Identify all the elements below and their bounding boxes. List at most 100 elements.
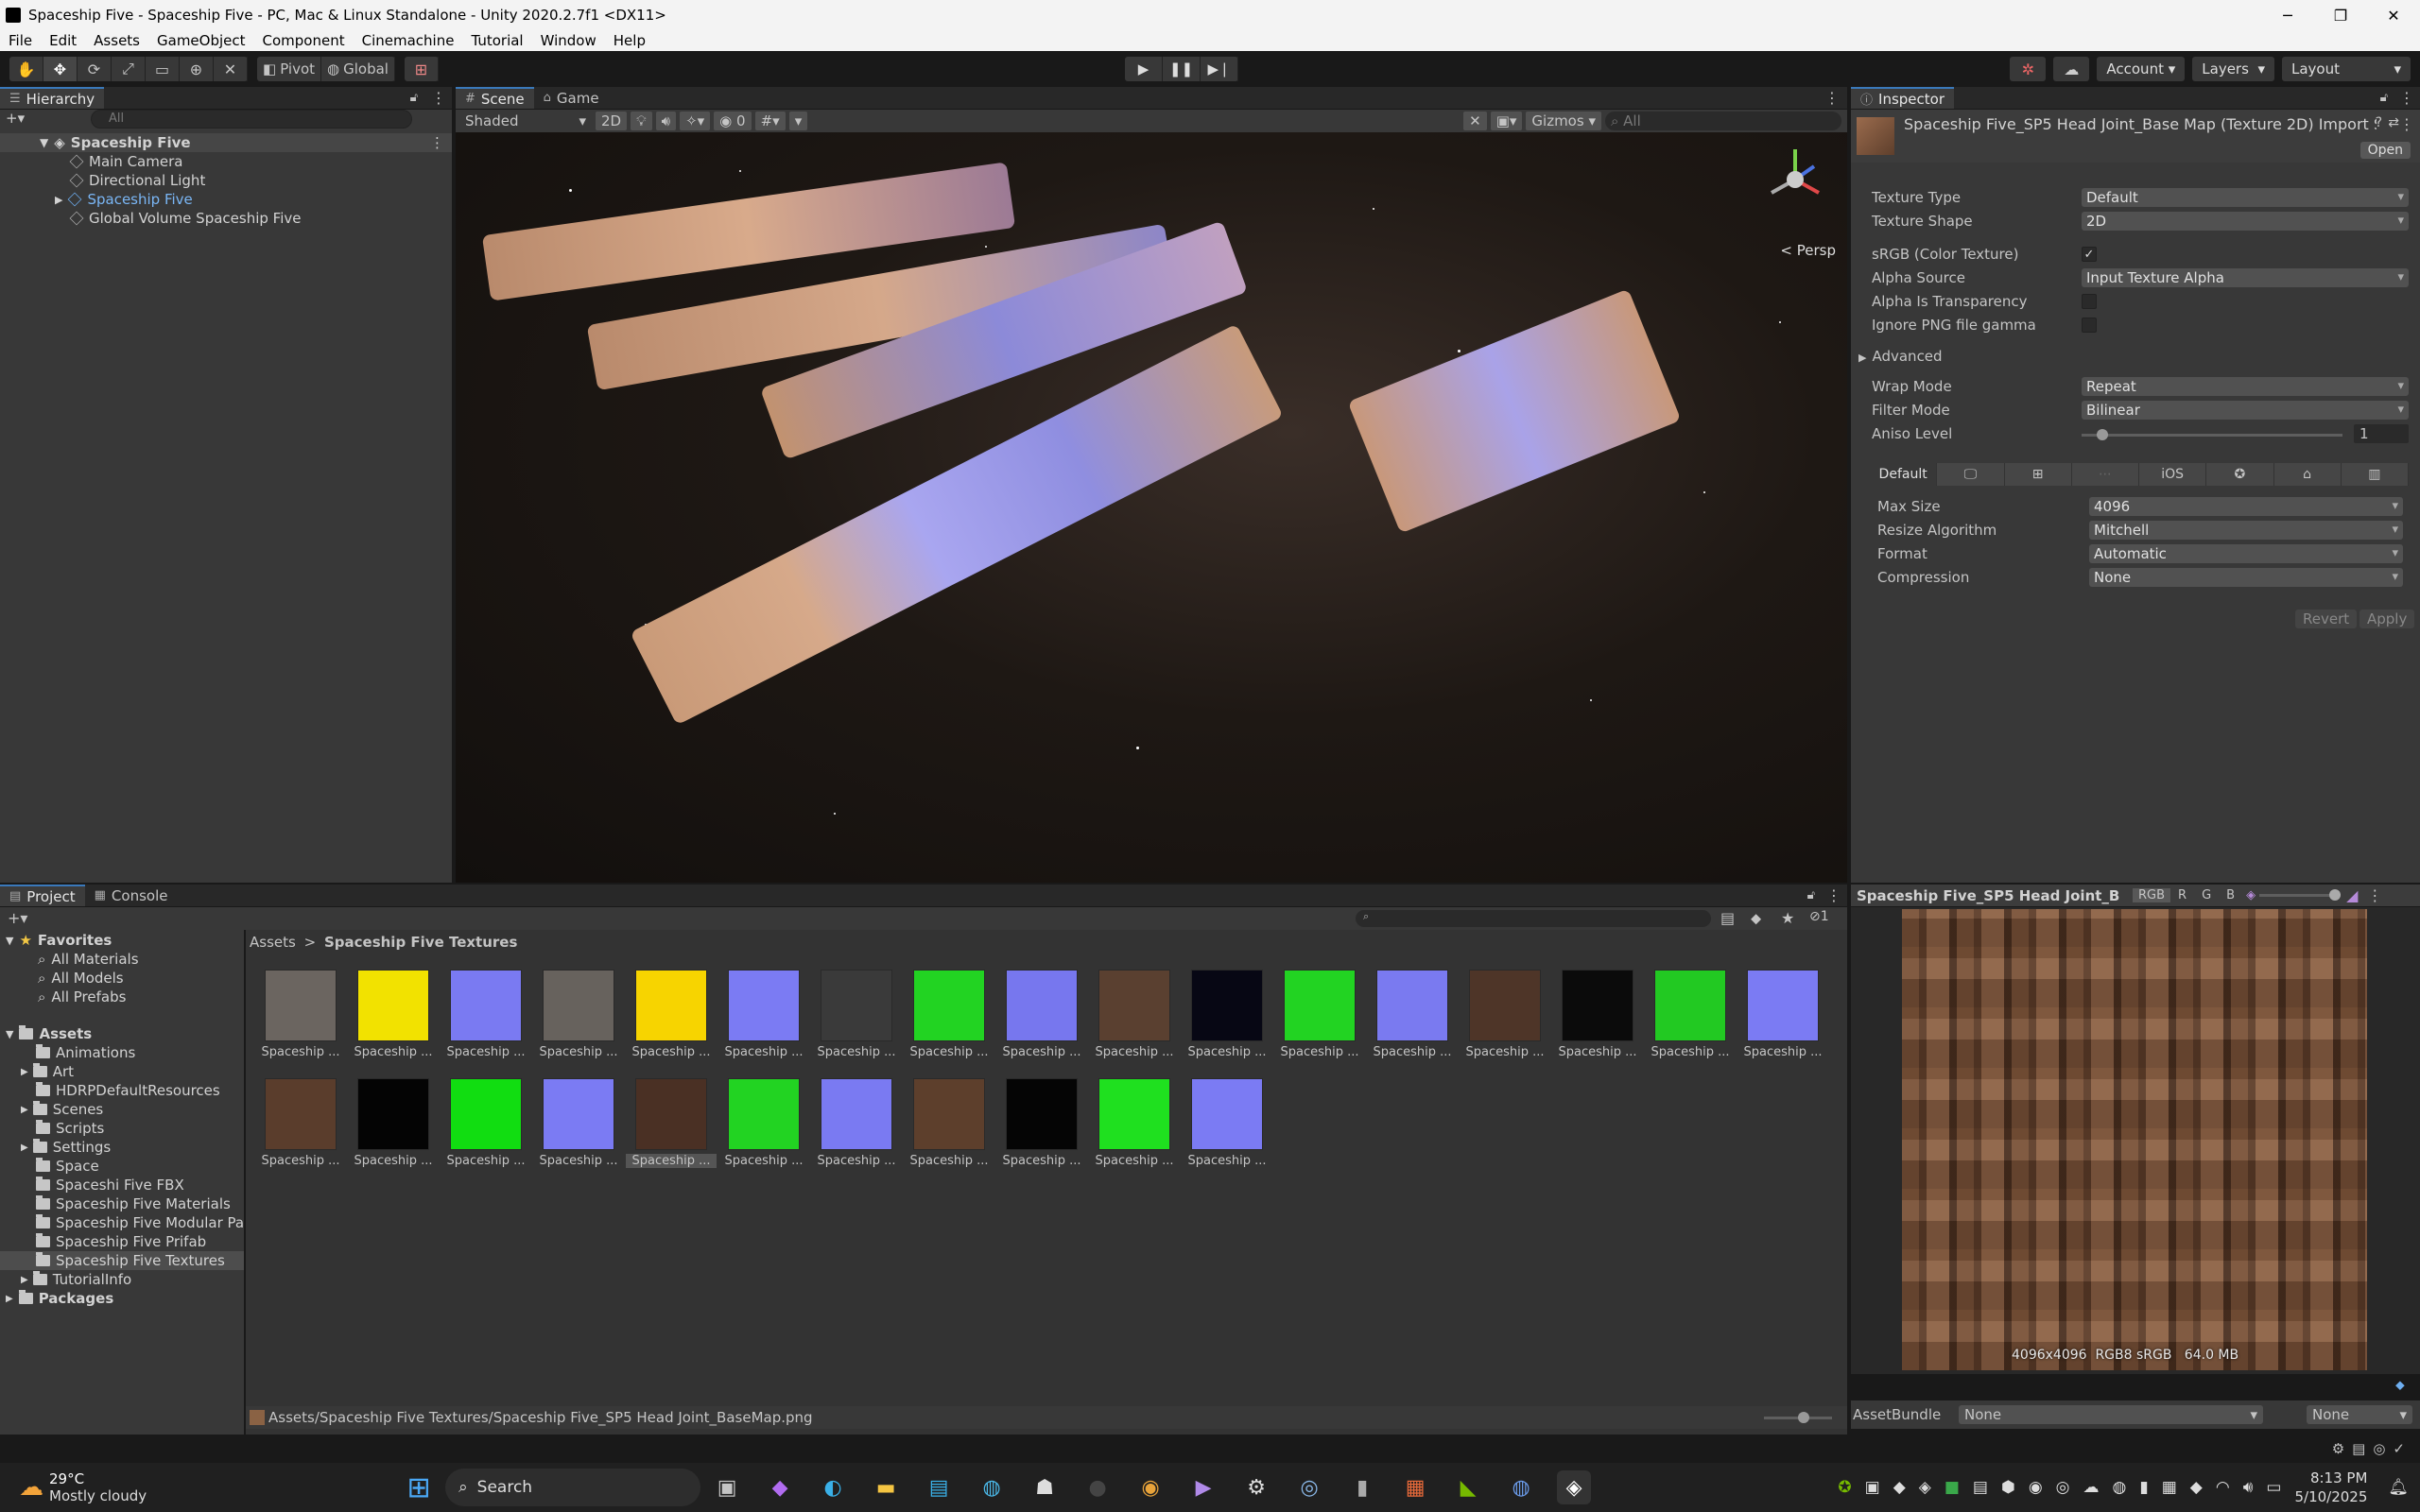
assetbundle-variant-dropdown[interactable]: None ▾ — [2307, 1405, 2412, 1424]
texture-asset[interactable]: Spaceship ... — [1089, 970, 1174, 1064]
texture-asset[interactable]: Spaceship ... — [1089, 1078, 1174, 1173]
layers-dropdown[interactable]: Layers ▾ — [2192, 57, 2274, 81]
texture-asset[interactable]: Spaceship ... — [1274, 970, 1359, 1064]
hidden-packages-icon[interactable]: ⊘1 — [1809, 909, 1829, 924]
texture-asset[interactable]: Spaceship ... — [1182, 1078, 1267, 1173]
scene-viewport[interactable]: < Persp — [456, 132, 1847, 883]
texture-asset[interactable]: Spaceship ... — [441, 970, 526, 1064]
cloud-icon[interactable]: ☁ — [2053, 57, 2090, 81]
texture-asset[interactable]: Spaceship ... — [348, 1078, 433, 1173]
platform-tab-disabled[interactable]: ⋯ — [2072, 463, 2139, 486]
lock-icon[interactable]: 🔓︎ — [403, 91, 425, 105]
open-button[interactable]: Open — [2360, 142, 2411, 159]
tab-project[interactable]: ▤ Project — [0, 885, 85, 906]
create-button[interactable]: +▾ — [8, 909, 27, 927]
texture-asset[interactable]: Spaceship ... — [533, 970, 618, 1064]
menu-tutorial[interactable]: Tutorial — [462, 32, 531, 49]
folder-item[interactable]: Animations — [36, 1043, 135, 1062]
preset-icon[interactable]: ⇄ — [2388, 115, 2399, 130]
2d-toggle[interactable]: 2D — [596, 112, 628, 130]
folder-item[interactable]: HDRPDefaultResources — [36, 1081, 220, 1100]
chrome-icon[interactable]: ◉ — [1133, 1470, 1167, 1504]
menu-edit[interactable]: Edit — [41, 32, 85, 49]
apply-button[interactable]: Apply — [2360, 610, 2415, 628]
ignore-png-checkbox[interactable] — [2082, 318, 2097, 333]
help-icon[interactable]: ? — [2376, 115, 2382, 130]
thumbnail-size-slider[interactable] — [1764, 1412, 1832, 1423]
app-icon[interactable]: ● — [1080, 1470, 1115, 1504]
resize-dropdown[interactable]: Mitchell — [2089, 521, 2403, 540]
weather-icon[interactable]: ☁ — [19, 1473, 43, 1502]
step-icon[interactable]: ▶❘ — [1201, 57, 1238, 81]
weather-widget[interactable]: 29°C Mostly cloudy — [49, 1470, 147, 1504]
app-icon[interactable]: ▦ — [1398, 1470, 1432, 1504]
more-dropdown-icon[interactable]: ▾ — [788, 112, 808, 130]
menu-file[interactable]: File — [0, 32, 41, 49]
perspective-label[interactable]: < Persp — [1780, 242, 1836, 259]
favorite-star-icon[interactable]: ★ — [1781, 909, 1794, 927]
texture-asset[interactable]: Spaceship ... — [718, 1078, 804, 1173]
copilot-icon[interactable]: ◆ — [763, 1470, 797, 1504]
texture-asset[interactable]: Spaceship ... — [996, 1078, 1081, 1173]
taskbar-search[interactable]: ⌕ Search — [445, 1469, 701, 1506]
tab-hierarchy[interactable]: ☰ Hierarchy — [0, 87, 105, 109]
filter-type-icon[interactable]: ▤ — [1720, 909, 1735, 927]
thumbnail-slider-handle[interactable] — [1798, 1412, 1809, 1423]
hierarchy-item[interactable]: Directional Light — [69, 171, 205, 190]
folder-item[interactable]: Spaceship Five Prifab — [36, 1232, 206, 1251]
collab-icon[interactable]: ✲ — [2010, 57, 2047, 81]
hierarchy-item[interactable]: Main Camera — [69, 152, 182, 171]
move-tool-icon[interactable]: ✥ — [43, 57, 78, 81]
favorite-item[interactable]: ⌕ All Models — [38, 969, 124, 988]
texture-asset[interactable]: Spaceship ... — [904, 1078, 989, 1173]
srgb-checkbox[interactable]: ✓ — [2082, 247, 2097, 262]
revert-button[interactable]: Revert — [2295, 610, 2358, 628]
format-dropdown[interactable]: Automatic — [2089, 544, 2403, 563]
b-channel-button[interactable]: B — [2219, 888, 2242, 902]
texture-asset[interactable]: Spaceship ... — [811, 1078, 896, 1173]
favorites-header[interactable]: ▼ ★ Favorites — [6, 931, 112, 950]
texture-asset[interactable]: Spaceship ... — [1645, 970, 1730, 1064]
menu-window[interactable]: Window — [532, 32, 605, 49]
folder-item[interactable]: ▶ Settings — [21, 1138, 111, 1157]
texture-asset[interactable]: Spaceship ... — [441, 1078, 526, 1173]
platform-tab-ios[interactable]: iOS — [2139, 463, 2207, 486]
account-dropdown[interactable]: Account ▾ — [2097, 57, 2186, 81]
shading-dropdown[interactable]: Shaded ▾ — [459, 112, 592, 130]
hierarchy-item[interactable]: ▶ Spaceship Five — [55, 190, 193, 209]
texture-asset[interactable]: Spaceship ... — [533, 1078, 618, 1173]
orientation-gizmo[interactable] — [1762, 142, 1828, 217]
texture-asset[interactable]: Spaceship ... — [996, 970, 1081, 1064]
monitor-icon[interactable]: 🖵︎ — [1937, 463, 2005, 486]
menu-help[interactable]: Help — [605, 32, 654, 49]
texture-asset[interactable]: Spaceship ... — [1460, 970, 1545, 1064]
alienware-icon[interactable]: ☗ — [1028, 1470, 1062, 1504]
scene-menu-icon[interactable]: ⋮ — [430, 134, 444, 151]
texture-asset[interactable]: Spaceship ... — [255, 1078, 340, 1173]
favorite-item[interactable]: ⌕ All Prefabs — [38, 988, 126, 1006]
battery-icon[interactable]: ▭ — [2266, 1478, 2281, 1497]
app-icon[interactable]: ◎ — [1292, 1470, 1326, 1504]
folder-item[interactable]: Spaceship Five Modular Pa — [36, 1213, 244, 1232]
tools-icon[interactable]: ✕ — [1463, 112, 1487, 130]
pivot-toggle[interactable]: ◧ Pivot — [257, 57, 322, 81]
texture-asset[interactable]: Spaceship ... — [1367, 970, 1452, 1064]
xbox-icon[interactable]: ✪ — [2206, 463, 2274, 486]
console-icon[interactable]: ▥ — [2342, 463, 2409, 486]
g-channel-button[interactable]: G — [2194, 888, 2219, 902]
r-channel-button[interactable]: R — [2170, 888, 2194, 902]
breadcrumb-current[interactable]: Spaceship Five Textures — [324, 934, 517, 951]
panel-menu-icon[interactable]: ⋮ — [2394, 89, 2420, 107]
texture-asset[interactable]: Spaceship ... — [1737, 970, 1823, 1064]
filter-label-icon[interactable]: ⬥ — [1751, 909, 1761, 928]
grid-dropdown-icon[interactable]: #▾ — [754, 112, 786, 130]
aniso-slider-handle[interactable] — [2097, 429, 2108, 440]
close-button[interactable]: ✕ — [2367, 0, 2420, 30]
tray-icon[interactable]: ⬢ — [2001, 1478, 2015, 1497]
tab-inspector[interactable]: ⓘ Inspector — [1851, 87, 1954, 109]
tray-icon[interactable]: ▤ — [1973, 1478, 1988, 1497]
folder-item[interactable]: Space — [36, 1157, 99, 1176]
compression-dropdown[interactable]: None — [2089, 568, 2403, 587]
mip-icon[interactable]: ◢ — [2341, 886, 2363, 904]
tray-icon[interactable]: ■ — [1945, 1478, 1960, 1497]
